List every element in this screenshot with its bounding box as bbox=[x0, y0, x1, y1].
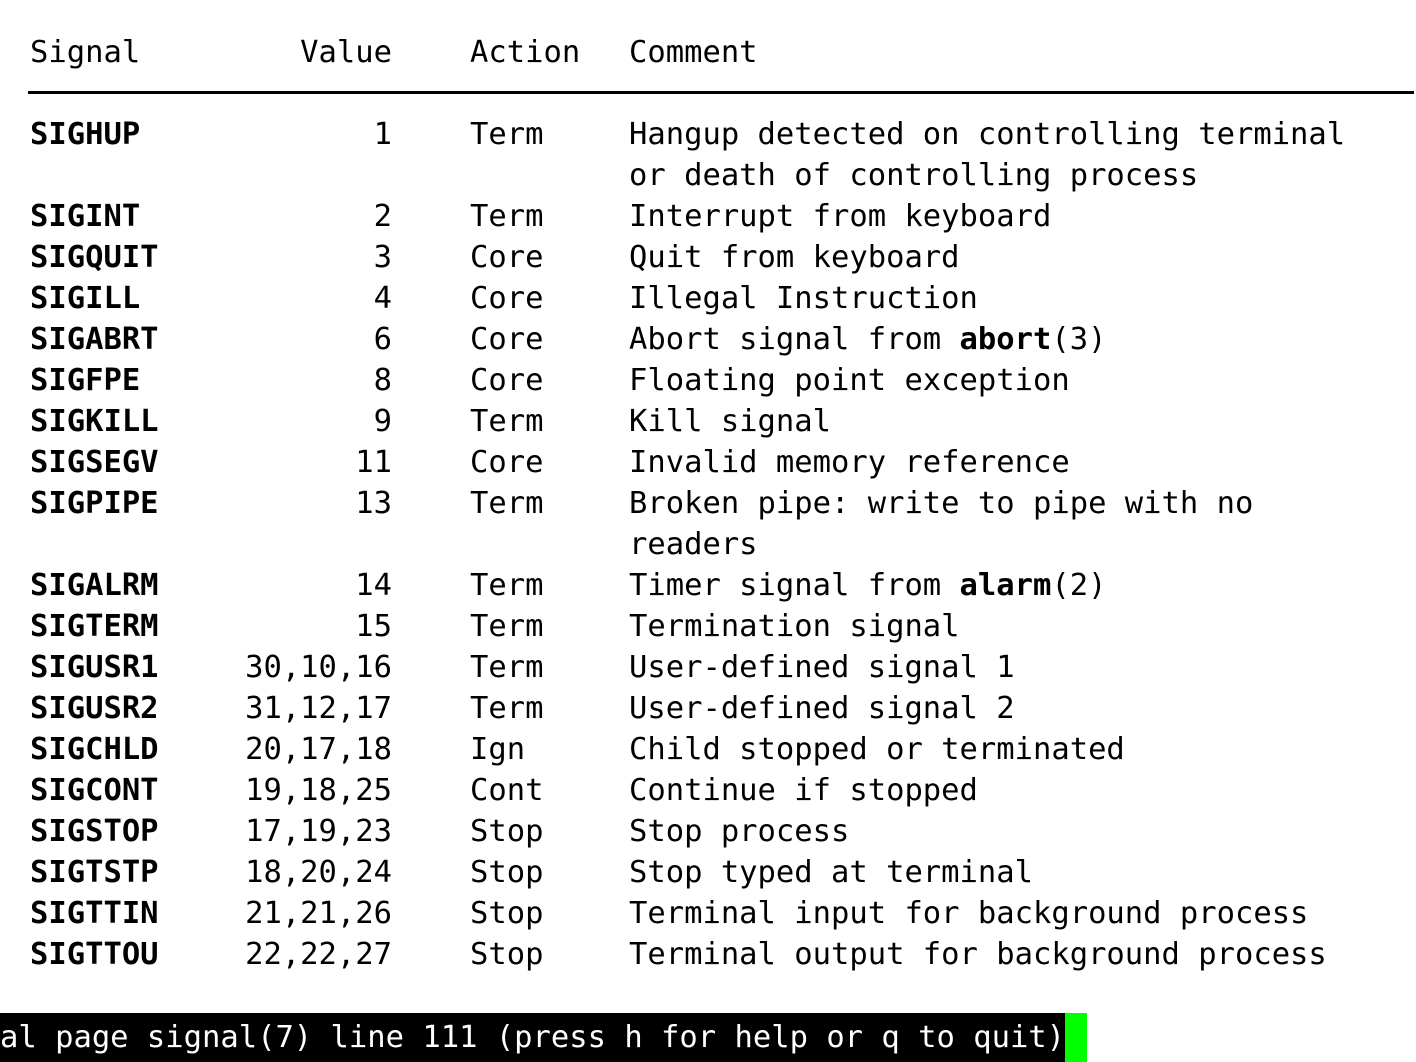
cell-signal-value: 9 bbox=[373, 404, 392, 439]
cell-signal-value: 30,10,16 bbox=[245, 650, 392, 685]
cell-signal-comment: Termination signal bbox=[629, 609, 960, 644]
table-row: SIGFPE 8 Core Floating point exception bbox=[0, 360, 1416, 401]
cell-signal-comment: Abort signal from abort(3) bbox=[629, 319, 1416, 360]
cell-signal-comment: Terminal input for background process bbox=[629, 896, 1309, 931]
cell-signal-comment: Interrupt from keyboard bbox=[629, 199, 1052, 234]
cell-signal-value: 17,19,23 bbox=[245, 814, 392, 849]
cell-signal-action: Term bbox=[470, 568, 544, 603]
cell-signal-comment: User-defined signal 1 bbox=[629, 650, 1015, 685]
cell-signal-comment: Quit from keyboard bbox=[629, 240, 960, 275]
cell-signal-action: Term bbox=[470, 691, 544, 726]
cell-signal-comment: User-defined signal 2 bbox=[629, 691, 1015, 726]
cell-signal-action: Core bbox=[470, 322, 544, 357]
cell-signal-value: 15 bbox=[355, 609, 392, 644]
comment-function-name: abort bbox=[959, 322, 1052, 357]
cell-signal-action: Term bbox=[470, 404, 544, 439]
cell-signal-value: 19,18,25 bbox=[245, 773, 392, 808]
table-row: SIGHUP 1 Term Hangup detected on controllin… bbox=[0, 114, 1416, 155]
cell-signal-comment-continued: readers bbox=[629, 527, 758, 562]
man-page-content: Signal Value Action Comment SIGHUP 1 Term H… bbox=[0, 0, 1416, 1013]
table-row: SIGCHLD 20,17,18 Ign Child stopped or termi… bbox=[0, 729, 1416, 770]
cell-signal-action: Core bbox=[470, 281, 544, 316]
cell-signal-action: Term bbox=[470, 117, 544, 152]
comment-function-name: alarm bbox=[959, 568, 1052, 603]
cell-signal-value: 3 bbox=[373, 240, 392, 275]
table-row: SIGTTIN 21,21,26 Stop Terminal input for ba… bbox=[0, 893, 1416, 934]
cell-signal-comment: Stop typed at terminal bbox=[629, 855, 1033, 890]
cell-signal-action: Stop bbox=[470, 896, 544, 931]
cell-signal-action: Core bbox=[470, 363, 544, 398]
table-header-row: Signal Value Action Comment bbox=[0, 32, 1416, 73]
table-row: SIGPIPE 13 Term Broken pipe: write to pipe … bbox=[0, 483, 1416, 524]
comment-text-prefix: Timer signal from bbox=[629, 568, 960, 603]
cell-signal-value: 13 bbox=[355, 486, 392, 521]
cell-signal-comment: Invalid memory reference bbox=[629, 445, 1070, 480]
table-row: SIGKILL 9 Term Kill signal bbox=[0, 401, 1416, 442]
table-row: SIGILL 4 Core Illegal Instruction bbox=[0, 278, 1416, 319]
cell-signal-value: 31,12,17 bbox=[245, 691, 392, 726]
cell-signal-action: Stop bbox=[470, 937, 544, 972]
table-row: SIGABRT 6 Core Abort signal from abort(3) bbox=[0, 319, 1416, 360]
cell-signal-action: Cont bbox=[470, 773, 544, 808]
cell-signal-comment: Continue if stopped bbox=[629, 773, 978, 808]
cell-signal-comment: Terminal output for background process bbox=[629, 937, 1327, 972]
table-row: SIGTERM 15 Term Termination signal bbox=[0, 606, 1416, 647]
table-row: SIGINT 2 Term Interrupt from keyboard bbox=[0, 196, 1416, 237]
header-divider-rule bbox=[28, 91, 1414, 94]
table-row: SIGQUIT 3 Core Quit from keyboard bbox=[0, 237, 1416, 278]
comment-section-suffix: (2) bbox=[1051, 568, 1107, 603]
comment-section-suffix: (3) bbox=[1051, 322, 1107, 357]
pager-status-text: al page signal(7) line 111 (press h for … bbox=[0, 1013, 1066, 1062]
cell-signal-action: Term bbox=[470, 650, 544, 685]
cell-signal-value: 6 bbox=[373, 322, 392, 357]
table-row: SIGSEGV 11 Core Invalid memory reference bbox=[0, 442, 1416, 483]
column-header-value: Value bbox=[300, 35, 392, 70]
terminal-cursor bbox=[1065, 1013, 1088, 1062]
pager-status-bar[interactable]: al page signal(7) line 111 (press h for … bbox=[0, 1013, 1416, 1062]
table-row-continuation: readers bbox=[0, 524, 1416, 565]
table-row: SIGALRM 14 Term Timer signal from alarm(2) bbox=[0, 565, 1416, 606]
cell-signal-value: 8 bbox=[373, 363, 392, 398]
cell-signal-action: Term bbox=[470, 199, 544, 234]
table-row: SIGTSTP 18,20,24 Stop Stop typed at termina… bbox=[0, 852, 1416, 893]
cell-signal-value: 21,21,26 bbox=[245, 896, 392, 931]
table-row: SIGTTOU 22,22,27 Stop Terminal output for b… bbox=[0, 934, 1416, 975]
cell-signal-comment: Floating point exception bbox=[629, 363, 1070, 398]
cell-signal-value: 18,20,24 bbox=[245, 855, 392, 890]
cell-signal-action: Stop bbox=[470, 855, 544, 890]
cell-signal-value: 22,22,27 bbox=[245, 937, 392, 972]
table-row: SIGSTOP 17,19,23 Stop Stop process bbox=[0, 811, 1416, 852]
cell-signal-comment: Timer signal from alarm(2) bbox=[629, 565, 1416, 606]
cell-signal-value: 11 bbox=[355, 445, 392, 480]
comment-text-prefix: Abort signal from bbox=[629, 322, 960, 357]
cell-signal-comment-continued: or death of controlling process bbox=[629, 158, 1199, 193]
cell-signal-comment: Kill signal bbox=[629, 404, 831, 439]
cell-signal-action: Core bbox=[470, 445, 544, 480]
cell-signal-value: 2 bbox=[373, 199, 392, 234]
cell-signal-comment: Child stopped or terminated bbox=[629, 732, 1125, 767]
cell-signal-action: Core bbox=[470, 240, 544, 275]
table-row: SIGUSR1 30,10,16 Term User-defined signal 1 bbox=[0, 647, 1416, 688]
column-header-comment: Comment bbox=[629, 35, 758, 70]
cell-signal-value: 1 bbox=[373, 117, 392, 152]
table-row-continuation: or death of controlling process bbox=[0, 155, 1416, 196]
cell-signal-comment: Hangup detected on controlling terminal bbox=[629, 117, 1346, 152]
cell-signal-value: 14 bbox=[355, 568, 392, 603]
cell-signal-action: Ign bbox=[470, 732, 526, 767]
column-header-action: Action bbox=[470, 35, 581, 70]
cell-signal-comment: Stop process bbox=[629, 814, 850, 849]
table-row: SIGUSR2 31,12,17 Term User-defined signal 2 bbox=[0, 688, 1416, 729]
cell-signal-comment: Broken pipe: write to pipe with no bbox=[629, 486, 1254, 521]
cell-signal-action: Term bbox=[470, 609, 544, 644]
cell-signal-action: Term bbox=[470, 486, 544, 521]
cell-signal-action: Stop bbox=[470, 814, 544, 849]
table-row: SIGCONT 19,18,25 Cont Continue if stopped bbox=[0, 770, 1416, 811]
cell-signal-value: 20,17,18 bbox=[245, 732, 392, 767]
cell-signal-comment: Illegal Instruction bbox=[629, 281, 978, 316]
cell-signal-value: 4 bbox=[373, 281, 392, 316]
